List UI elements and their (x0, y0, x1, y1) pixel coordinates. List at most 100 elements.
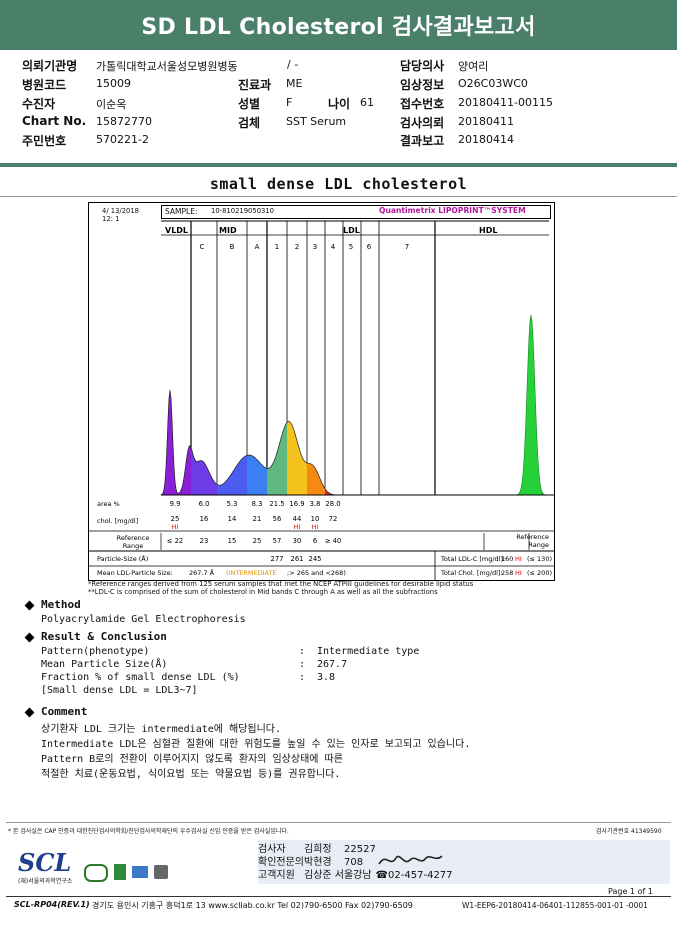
area-value: 6.0 (199, 500, 210, 508)
row-label-ref: Range (123, 542, 144, 550)
section-divider (0, 163, 677, 167)
particle-size-value: 261 (291, 555, 304, 563)
value-patient-name: 이순옥 (96, 98, 127, 111)
staff-name: 김희정 (304, 844, 332, 855)
lipoprotein-band-area (217, 455, 247, 495)
kfda-logo-icon (132, 866, 148, 878)
org-logo-icon (154, 865, 168, 879)
method-heading: Method (41, 598, 81, 611)
reference-value: ≤ 22 (167, 537, 184, 545)
patient-info: 의뢰기관명 가톨릭대학교서울성모병원병동 / - 병원코드 15009 수진자 … (0, 52, 677, 157)
lipoprotein-band-area (267, 422, 287, 495)
band-label: B (230, 243, 235, 251)
row-label-area: area % (97, 500, 120, 508)
particle-size-value: 245 (309, 555, 322, 563)
label-resident-no: 주민번호 (22, 134, 67, 148)
footnote-ldl: **LDL-C is comprised of the sum of chole… (88, 588, 438, 596)
lipoprotein-band-area (247, 455, 267, 495)
band-label: 2 (295, 243, 299, 251)
comment-heading: Comment (41, 705, 88, 718)
label-request-date: 검사의뢰 (400, 116, 445, 130)
label-requester: 의뢰기관명 (22, 59, 78, 73)
footnote-reference: *Reference ranges derived from 125 serum… (88, 580, 474, 588)
area-value: 9.9 (170, 500, 181, 508)
lipoprotein-band-area (307, 463, 325, 495)
reference-value: 57 (273, 537, 282, 545)
row-label-ref-right: Range (528, 541, 549, 549)
lipoprotein-band-area (161, 390, 191, 495)
reference-value: 15 (228, 537, 237, 545)
chol-hi-flag: HI (172, 524, 179, 531)
result-label: Pattern(phenotype) (41, 646, 150, 657)
staff-id: 708 (344, 857, 364, 868)
chol-hi-flag: HI (312, 524, 319, 531)
band-label: 6 (367, 243, 372, 251)
area-value: 8.3 (252, 500, 263, 508)
result-heading: Result & Conclusion (41, 630, 167, 643)
chol-value: 21 (253, 515, 262, 523)
total-ldl-value: 160 (501, 555, 513, 563)
scl-logo: SCL (재)서울의과학연구소 (18, 850, 78, 886)
chol-value: 16 (200, 515, 209, 523)
value-report-date: 20180414 (458, 133, 514, 146)
band-label: C (200, 243, 205, 251)
row-label-ref: Reference (117, 534, 150, 542)
group-label-vldl: VLDL (165, 226, 188, 235)
area-value: 16.9 (289, 500, 304, 508)
result-row: Pattern(phenotype) : Intermediate type (41, 646, 420, 657)
label-doctor: 담당의사 (400, 59, 445, 73)
chol-value: 25 (171, 515, 180, 523)
reference-value: 23 (200, 537, 209, 545)
method-text: Polyacrylamide Gel Electrophoresis (41, 614, 246, 625)
value-specimen: SST Serum (286, 115, 347, 128)
reference-value: ≥ 40 (325, 537, 342, 545)
label-report-date: 결과보고 (400, 134, 445, 148)
area-value: 3.8 (310, 500, 321, 508)
band-label: 4 (331, 243, 336, 251)
value-receipt-no: 20180411-00115 (458, 96, 553, 109)
scl-logo-sub: (재)서울의과학연구소 (18, 878, 73, 885)
group-label-mid: MID (219, 226, 237, 235)
staff-name: 김상준 서울강남 (304, 870, 372, 881)
doc-id: W1-EEP6-20180414-06401-112855-001-01 -00… (462, 901, 648, 910)
staff-id: 22527 (344, 844, 376, 855)
label-age: 나이 (328, 97, 351, 111)
label-department: 진료과 (238, 78, 272, 92)
chol-value: 72 (329, 515, 338, 523)
area-value: 5.3 (227, 500, 238, 508)
page-indicator: Page 1 of 1 (608, 887, 653, 896)
mean-size-range: ;> 265 and <268) (287, 569, 346, 577)
band-label: A (255, 243, 260, 251)
result-row: Fraction % of small dense LDL (%) : 3.8 (41, 672, 336, 683)
label-hospital-code: 병원코드 (22, 78, 67, 92)
area-value: 21.5 (269, 500, 284, 508)
label-sex: 성별 (238, 97, 261, 111)
footer-rule (6, 822, 671, 823)
mean-size-value: 267.7 Å (189, 568, 215, 577)
comment-line: 적절한 치료(운동요법, 식이요법 또는 약물요법 등)를 권유합니다. (41, 769, 341, 780)
total-chol-value: 258 (501, 569, 513, 577)
signature-icon (378, 855, 443, 865)
staff-role: 검사자 (258, 844, 286, 855)
result-value: 267.7 (317, 659, 348, 670)
chol-hi-flag: HI (294, 524, 301, 531)
result-note: [Small dense LDL = LDL3~7] (41, 685, 198, 696)
comment-line: Intermediate LDL은 심혈관 질환에 대한 위험도를 높일 수 있… (41, 739, 471, 750)
footer-bottom-rule (6, 896, 671, 897)
total-ldl-label: Total LDL-C [mg/dl]: (440, 555, 505, 563)
row-label-ref-right: Reference (516, 533, 549, 541)
label-patient-name: 수진자 (22, 97, 56, 111)
chol-value: 14 (228, 515, 237, 523)
total-ldl-ref: (≤ 130) (527, 555, 552, 563)
lab-address: 경기도 용인시 기흥구 흥덕1로 13 www.scllab.co.kr Tel… (92, 901, 413, 910)
reference-value: 25 (253, 537, 262, 545)
mean-size-label: Mean LDL-Particle Size: (97, 569, 173, 577)
doc-code: SCL-RP04(REV.1) (14, 900, 90, 909)
value-requester: 가톨릭대학교서울성모병원병동 (96, 60, 238, 73)
label-chart-no: Chart No. (22, 114, 87, 128)
cap-logo-icon (84, 864, 108, 882)
value-ward: / - (287, 58, 299, 71)
result-label: Mean Particle Size(Å) (41, 659, 168, 670)
result-value: 3.8 (317, 672, 336, 683)
label-clinical-info: 임상정보 (400, 78, 445, 92)
